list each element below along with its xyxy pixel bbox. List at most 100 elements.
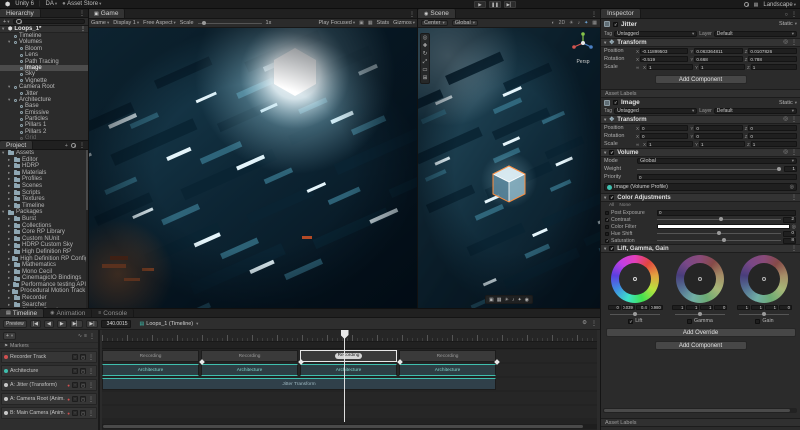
track-header-a-jitter-transform[interactable]: A: Jitter (Transform)●◦▢⋮ [1, 379, 97, 391]
gain-color-wheel[interactable] [740, 255, 788, 303]
contrast-slider[interactable] [657, 219, 781, 220]
2d-toggle-icon[interactable]: 2D [559, 20, 565, 26]
wheel-value-1[interactable]: 1 [686, 305, 699, 310]
search-icon[interactable] [744, 2, 749, 7]
layer-dropdown[interactable]: Default▾ [714, 108, 797, 114]
project-folder-recorder[interactable]: ▸Recorder [0, 295, 86, 302]
project-folder-profiles[interactable]: ▸Profiles [0, 176, 86, 183]
active-checkbox[interactable]: ✓ [613, 100, 618, 105]
lgg-header[interactable]: ▾ ✓ Lift, Gamma, Gain ⋮ [601, 244, 800, 253]
orientation-dropdown[interactable]: Global▾ [452, 20, 478, 26]
saturation-slider[interactable] [657, 240, 781, 241]
stats-button[interactable]: Stats [377, 20, 390, 26]
volume-profile-field[interactable]: Image (Volume Profile) ◎ [604, 183, 797, 191]
track-menu-icon[interactable]: ⋮ [88, 354, 94, 361]
tab-animation[interactable]: ◉Animation [44, 309, 92, 317]
rotation-x-field[interactable]: -0.519 [640, 56, 688, 62]
wheel-value-3[interactable]: 0.980 [650, 305, 663, 310]
next-frame-button[interactable]: ▶▏ [70, 320, 84, 328]
goto-end-button[interactable]: ▶| [86, 320, 97, 328]
component-menu-icon[interactable]: ⋮ [791, 39, 797, 46]
gain-slider[interactable] [739, 314, 789, 315]
clip-lane-4[interactable] [102, 406, 597, 418]
foldout-arrow-icon[interactable]: ▸ [8, 236, 12, 243]
panel-menu-icon[interactable]: ⋮ [409, 11, 415, 18]
rotation-x-field[interactable]: 0 [640, 133, 688, 139]
foldout-arrow-icon[interactable]: ▸ [8, 249, 12, 256]
add-override-button[interactable]: Add Override [606, 328, 796, 337]
track-list-icon[interactable]: ≡ [84, 333, 87, 340]
project-folder-hdrp-custom-sky[interactable]: ▸HDRP Custom Sky [0, 242, 86, 249]
scale-link-icon[interactable]: ∞ [636, 65, 641, 70]
foldout-arrow-icon[interactable]: ▸ [8, 190, 12, 197]
override-enabled-checkbox[interactable]: ✓ [609, 195, 614, 200]
scale-tool-icon[interactable]: ⤢ [423, 59, 427, 66]
scale-y-field[interactable]: 1 [699, 141, 745, 147]
effects-toggle-icon[interactable]: ✦ [584, 20, 588, 26]
mute-button[interactable]: ◦ [72, 382, 78, 388]
clip-lane-0[interactable]: RecordingRecordingRecordingRecording [102, 350, 597, 362]
wheel-cursor[interactable] [762, 277, 766, 281]
gameobject-name[interactable]: Jitter [621, 21, 637, 28]
play-button[interactable]: ▶ [57, 320, 67, 328]
foldout-arrow-icon[interactable]: ▾ [8, 84, 12, 90]
foldout-arrow-icon[interactable]: ▸ [8, 256, 10, 263]
scale-z-field[interactable]: 1 [751, 64, 797, 70]
preview-toggle[interactable]: Preview [3, 320, 27, 328]
gizmos-dropdown[interactable]: Gizmos▾ [393, 20, 415, 26]
add-component-button[interactable]: Add Component [655, 75, 747, 84]
all-button[interactable]: All [609, 203, 614, 208]
audio-icon[interactable]: ♪ [512, 297, 515, 303]
project-group-packages[interactable]: ▾Packages [0, 209, 86, 216]
lift-color-wheel[interactable] [611, 255, 659, 303]
weight-value[interactable]: 1 [784, 166, 797, 172]
foldout-arrow-icon[interactable]: ▾ [8, 39, 12, 45]
scene-menu-icon[interactable]: ⋮ [80, 26, 88, 32]
add-component-button[interactable]: Add Component [655, 341, 747, 350]
project-folder-editor[interactable]: ▸Editor [0, 157, 86, 164]
pause-button[interactable]: ❚❚ [489, 1, 501, 8]
override-checkbox[interactable] [605, 225, 609, 229]
wheel-value-3[interactable]: 0 [714, 305, 727, 310]
rotation-z-field[interactable]: 0.788 [748, 56, 797, 62]
override-checkbox[interactable] [605, 232, 609, 236]
position-y-field[interactable]: 0.063364811 [694, 48, 742, 54]
step-button[interactable]: ▶▏ [504, 1, 516, 8]
lock-icon[interactable]: ○ [785, 12, 788, 18]
track-header-a-camera-root-anim[interactable]: A: Camera Root (Anim...)●◦▢⋮ [1, 393, 97, 405]
mute-button[interactable]: ◦ [72, 396, 78, 402]
gamma-slider[interactable] [675, 314, 725, 315]
eyedropper-icon[interactable]: ◎ [792, 224, 796, 230]
timeline-marker-strip[interactable] [102, 342, 597, 349]
track-menu-icon[interactable]: ⋮ [88, 382, 94, 389]
project-folder-scenes[interactable]: ▸Scenes [0, 183, 86, 190]
lock-button[interactable]: ▢ [80, 382, 86, 388]
wheel-cursor[interactable] [633, 277, 637, 281]
foldout-arrow-icon[interactable]: ▾ [8, 97, 12, 103]
component-menu-icon[interactable]: ⋮ [791, 245, 797, 252]
foldout-arrow-icon[interactable]: ▸ [8, 183, 12, 190]
prev-frame-button[interactable]: ◀ [44, 320, 54, 328]
position-x-field[interactable]: -0.11899503 [640, 48, 688, 54]
panel-menu-icon[interactable]: ⋮ [79, 142, 85, 149]
grid-icon[interactable]: ▦ [754, 2, 759, 8]
mute-button[interactable]: ◦ [72, 368, 78, 374]
tag-dropdown[interactable]: Untagged▾ [614, 108, 697, 114]
lock-button[interactable]: ▢ [80, 354, 86, 360]
foldout-arrow-icon[interactable]: ▸ [8, 295, 12, 302]
preset-icon[interactable]: ◎ [783, 149, 788, 156]
recorder-clip-3[interactable]: Recording [399, 350, 496, 362]
component-menu-icon[interactable]: ⋮ [791, 116, 797, 123]
move-tool-icon[interactable]: ✚ [423, 43, 428, 50]
lift-slider[interactable] [610, 314, 660, 315]
slider-knob[interactable] [719, 217, 723, 221]
override-checkbox[interactable]: ✓ [605, 239, 609, 243]
foldout-arrow-icon[interactable]: ▸ [8, 229, 12, 236]
scale-z-field[interactable]: 1 [751, 141, 797, 147]
gameobject-name[interactable]: Image [621, 99, 640, 106]
view-tool-icon[interactable]: ◎ [423, 35, 428, 42]
asset-labels-bar[interactable]: Asset Labels [601, 89, 800, 98]
clip-lane-3[interactable] [102, 392, 597, 404]
foldout-arrow-icon[interactable]: ▸ [8, 170, 12, 177]
wheel-value-1[interactable]: 1 [751, 305, 764, 310]
